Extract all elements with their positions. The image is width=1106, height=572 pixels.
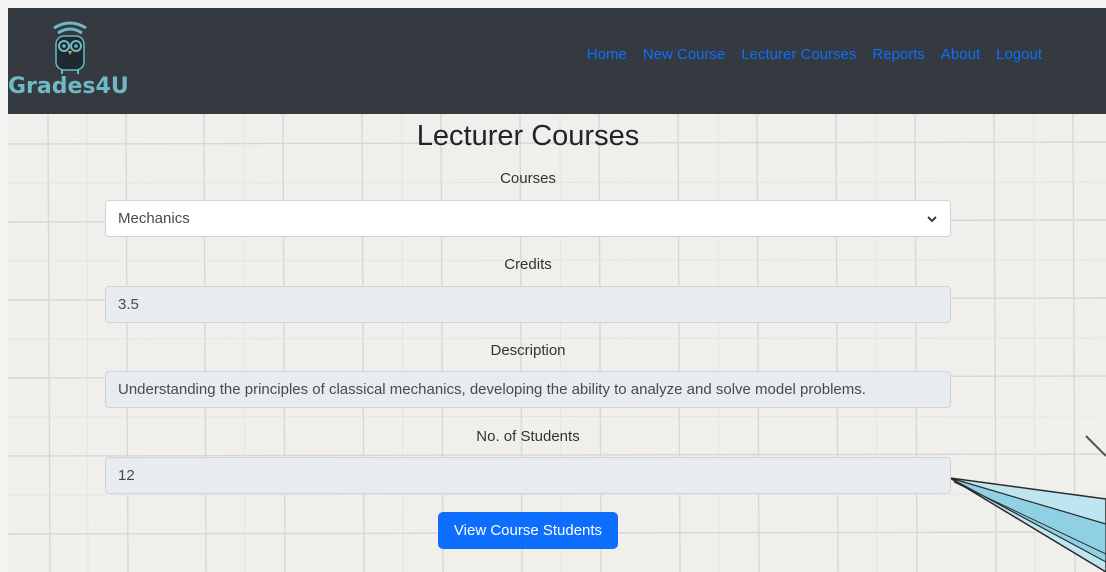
students-count-field: 12 — [105, 457, 951, 494]
nav-link-lecturer-courses[interactable]: Lecturer Courses — [733, 46, 864, 63]
nav-link-logout[interactable]: Logout — [988, 46, 1050, 63]
courses-select[interactable]: Mechanics — [105, 200, 951, 237]
page: Grades4U Home New Course Lecturer Course… — [8, 8, 1106, 572]
description-value: Understanding the principles of classica… — [118, 381, 866, 398]
description-label: Description — [490, 342, 566, 359]
credits-value: 3.5 — [118, 296, 139, 313]
brand-name: Grades4U — [8, 74, 129, 99]
nav-link-new-course[interactable]: New Course — [635, 46, 734, 63]
students-label: No. of Students — [476, 428, 580, 445]
navbar: Grades4U Home New Course Lecturer Course… — [8, 8, 1106, 114]
chevron-down-icon — [927, 215, 937, 222]
owl-graduate-icon — [53, 21, 87, 74]
students-count-value: 12 — [118, 467, 135, 484]
nav-menu: Home New Course Lecturer Courses Reports… — [579, 46, 1050, 63]
description-field: Understanding the principles of classica… — [105, 371, 951, 408]
view-course-students-button[interactable]: View Course Students — [438, 512, 618, 549]
page-title: Lecturer Courses — [416, 120, 640, 152]
nav-link-about[interactable]: About — [933, 46, 988, 63]
paper-plane-illustration — [949, 435, 1106, 572]
nav-link-reports[interactable]: Reports — [864, 46, 933, 63]
nav-link-home[interactable]: Home — [579, 46, 635, 63]
courses-label: Courses — [500, 170, 556, 187]
courses-select-value: Mechanics — [118, 210, 190, 227]
brand[interactable]: Grades4U — [8, 18, 148, 108]
credits-label: Credits — [504, 256, 552, 273]
credits-field: 3.5 — [105, 286, 951, 323]
